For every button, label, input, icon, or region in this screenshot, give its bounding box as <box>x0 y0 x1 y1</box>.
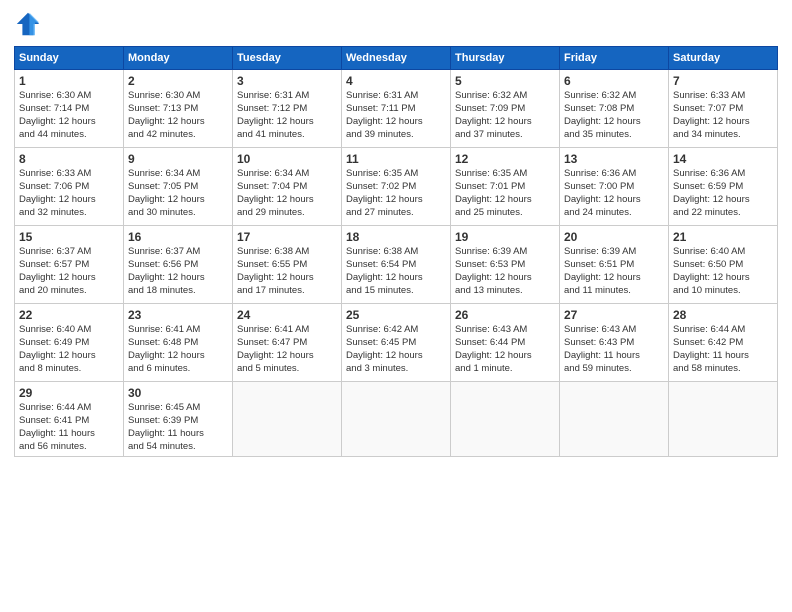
calendar-cell: 3Sunrise: 6:31 AMSunset: 7:12 PMDaylight… <box>233 70 342 148</box>
calendar-cell: 7Sunrise: 6:33 AMSunset: 7:07 PMDaylight… <box>669 70 778 148</box>
logo <box>14 10 46 38</box>
calendar-cell <box>233 382 342 457</box>
calendar-cell <box>342 382 451 457</box>
calendar-cell: 22Sunrise: 6:40 AMSunset: 6:49 PMDayligh… <box>15 304 124 382</box>
calendar-cell: 16Sunrise: 6:37 AMSunset: 6:56 PMDayligh… <box>124 226 233 304</box>
day-number: 13 <box>564 151 664 167</box>
calendar-cell: 18Sunrise: 6:38 AMSunset: 6:54 PMDayligh… <box>342 226 451 304</box>
page-container: SundayMondayTuesdayWednesdayThursdayFrid… <box>0 0 792 467</box>
calendar-cell: 4Sunrise: 6:31 AMSunset: 7:11 PMDaylight… <box>342 70 451 148</box>
calendar-cell <box>560 382 669 457</box>
calendar-cell: 21Sunrise: 6:40 AMSunset: 6:50 PMDayligh… <box>669 226 778 304</box>
day-number: 15 <box>19 229 119 245</box>
day-number: 4 <box>346 73 446 89</box>
day-number: 8 <box>19 151 119 167</box>
day-number: 5 <box>455 73 555 89</box>
calendar-cell: 20Sunrise: 6:39 AMSunset: 6:51 PMDayligh… <box>560 226 669 304</box>
day-number: 22 <box>19 307 119 323</box>
weekday-header: Monday <box>124 47 233 70</box>
calendar-cell: 17Sunrise: 6:38 AMSunset: 6:55 PMDayligh… <box>233 226 342 304</box>
day-number: 16 <box>128 229 228 245</box>
calendar-row: 1Sunrise: 6:30 AMSunset: 7:14 PMDaylight… <box>15 70 778 148</box>
weekday-header: Friday <box>560 47 669 70</box>
weekday-header: Thursday <box>451 47 560 70</box>
day-number: 12 <box>455 151 555 167</box>
day-number: 26 <box>455 307 555 323</box>
header <box>14 10 778 38</box>
day-number: 18 <box>346 229 446 245</box>
day-number: 9 <box>128 151 228 167</box>
day-number: 30 <box>128 385 228 401</box>
weekday-header: Sunday <box>15 47 124 70</box>
calendar-cell: 5Sunrise: 6:32 AMSunset: 7:09 PMDaylight… <box>451 70 560 148</box>
calendar-row: 15Sunrise: 6:37 AMSunset: 6:57 PMDayligh… <box>15 226 778 304</box>
weekday-header: Wednesday <box>342 47 451 70</box>
calendar-cell: 10Sunrise: 6:34 AMSunset: 7:04 PMDayligh… <box>233 148 342 226</box>
calendar-row: 22Sunrise: 6:40 AMSunset: 6:49 PMDayligh… <box>15 304 778 382</box>
day-number: 1 <box>19 73 119 89</box>
calendar-cell <box>669 382 778 457</box>
calendar-cell: 30Sunrise: 6:45 AMSunset: 6:39 PMDayligh… <box>124 382 233 457</box>
header-row: SundayMondayTuesdayWednesdayThursdayFrid… <box>15 47 778 70</box>
calendar-cell: 6Sunrise: 6:32 AMSunset: 7:08 PMDaylight… <box>560 70 669 148</box>
day-number: 21 <box>673 229 773 245</box>
calendar-cell: 14Sunrise: 6:36 AMSunset: 6:59 PMDayligh… <box>669 148 778 226</box>
day-number: 11 <box>346 151 446 167</box>
calendar-cell: 15Sunrise: 6:37 AMSunset: 6:57 PMDayligh… <box>15 226 124 304</box>
calendar-cell <box>451 382 560 457</box>
day-number: 28 <box>673 307 773 323</box>
day-number: 29 <box>19 385 119 401</box>
day-number: 7 <box>673 73 773 89</box>
weekday-header: Tuesday <box>233 47 342 70</box>
day-number: 24 <box>237 307 337 323</box>
logo-icon <box>14 10 42 38</box>
calendar-cell: 8Sunrise: 6:33 AMSunset: 7:06 PMDaylight… <box>15 148 124 226</box>
day-number: 14 <box>673 151 773 167</box>
calendar-row: 8Sunrise: 6:33 AMSunset: 7:06 PMDaylight… <box>15 148 778 226</box>
day-number: 27 <box>564 307 664 323</box>
day-number: 19 <box>455 229 555 245</box>
day-number: 6 <box>564 73 664 89</box>
day-number: 2 <box>128 73 228 89</box>
weekday-header: Saturday <box>669 47 778 70</box>
calendar-row: 29Sunrise: 6:44 AMSunset: 6:41 PMDayligh… <box>15 382 778 457</box>
calendar-cell: 2Sunrise: 6:30 AMSunset: 7:13 PMDaylight… <box>124 70 233 148</box>
calendar-cell: 27Sunrise: 6:43 AMSunset: 6:43 PMDayligh… <box>560 304 669 382</box>
calendar-cell: 12Sunrise: 6:35 AMSunset: 7:01 PMDayligh… <box>451 148 560 226</box>
calendar-cell: 9Sunrise: 6:34 AMSunset: 7:05 PMDaylight… <box>124 148 233 226</box>
calendar-cell: 29Sunrise: 6:44 AMSunset: 6:41 PMDayligh… <box>15 382 124 457</box>
calendar-cell: 28Sunrise: 6:44 AMSunset: 6:42 PMDayligh… <box>669 304 778 382</box>
calendar-table: SundayMondayTuesdayWednesdayThursdayFrid… <box>14 46 778 457</box>
calendar-cell: 26Sunrise: 6:43 AMSunset: 6:44 PMDayligh… <box>451 304 560 382</box>
calendar-cell: 24Sunrise: 6:41 AMSunset: 6:47 PMDayligh… <box>233 304 342 382</box>
calendar-cell: 1Sunrise: 6:30 AMSunset: 7:14 PMDaylight… <box>15 70 124 148</box>
calendar-cell: 19Sunrise: 6:39 AMSunset: 6:53 PMDayligh… <box>451 226 560 304</box>
day-number: 10 <box>237 151 337 167</box>
day-number: 23 <box>128 307 228 323</box>
calendar-cell: 11Sunrise: 6:35 AMSunset: 7:02 PMDayligh… <box>342 148 451 226</box>
day-number: 17 <box>237 229 337 245</box>
calendar-cell: 13Sunrise: 6:36 AMSunset: 7:00 PMDayligh… <box>560 148 669 226</box>
calendar-cell: 25Sunrise: 6:42 AMSunset: 6:45 PMDayligh… <box>342 304 451 382</box>
day-number: 3 <box>237 73 337 89</box>
day-number: 25 <box>346 307 446 323</box>
calendar-cell: 23Sunrise: 6:41 AMSunset: 6:48 PMDayligh… <box>124 304 233 382</box>
day-number: 20 <box>564 229 664 245</box>
